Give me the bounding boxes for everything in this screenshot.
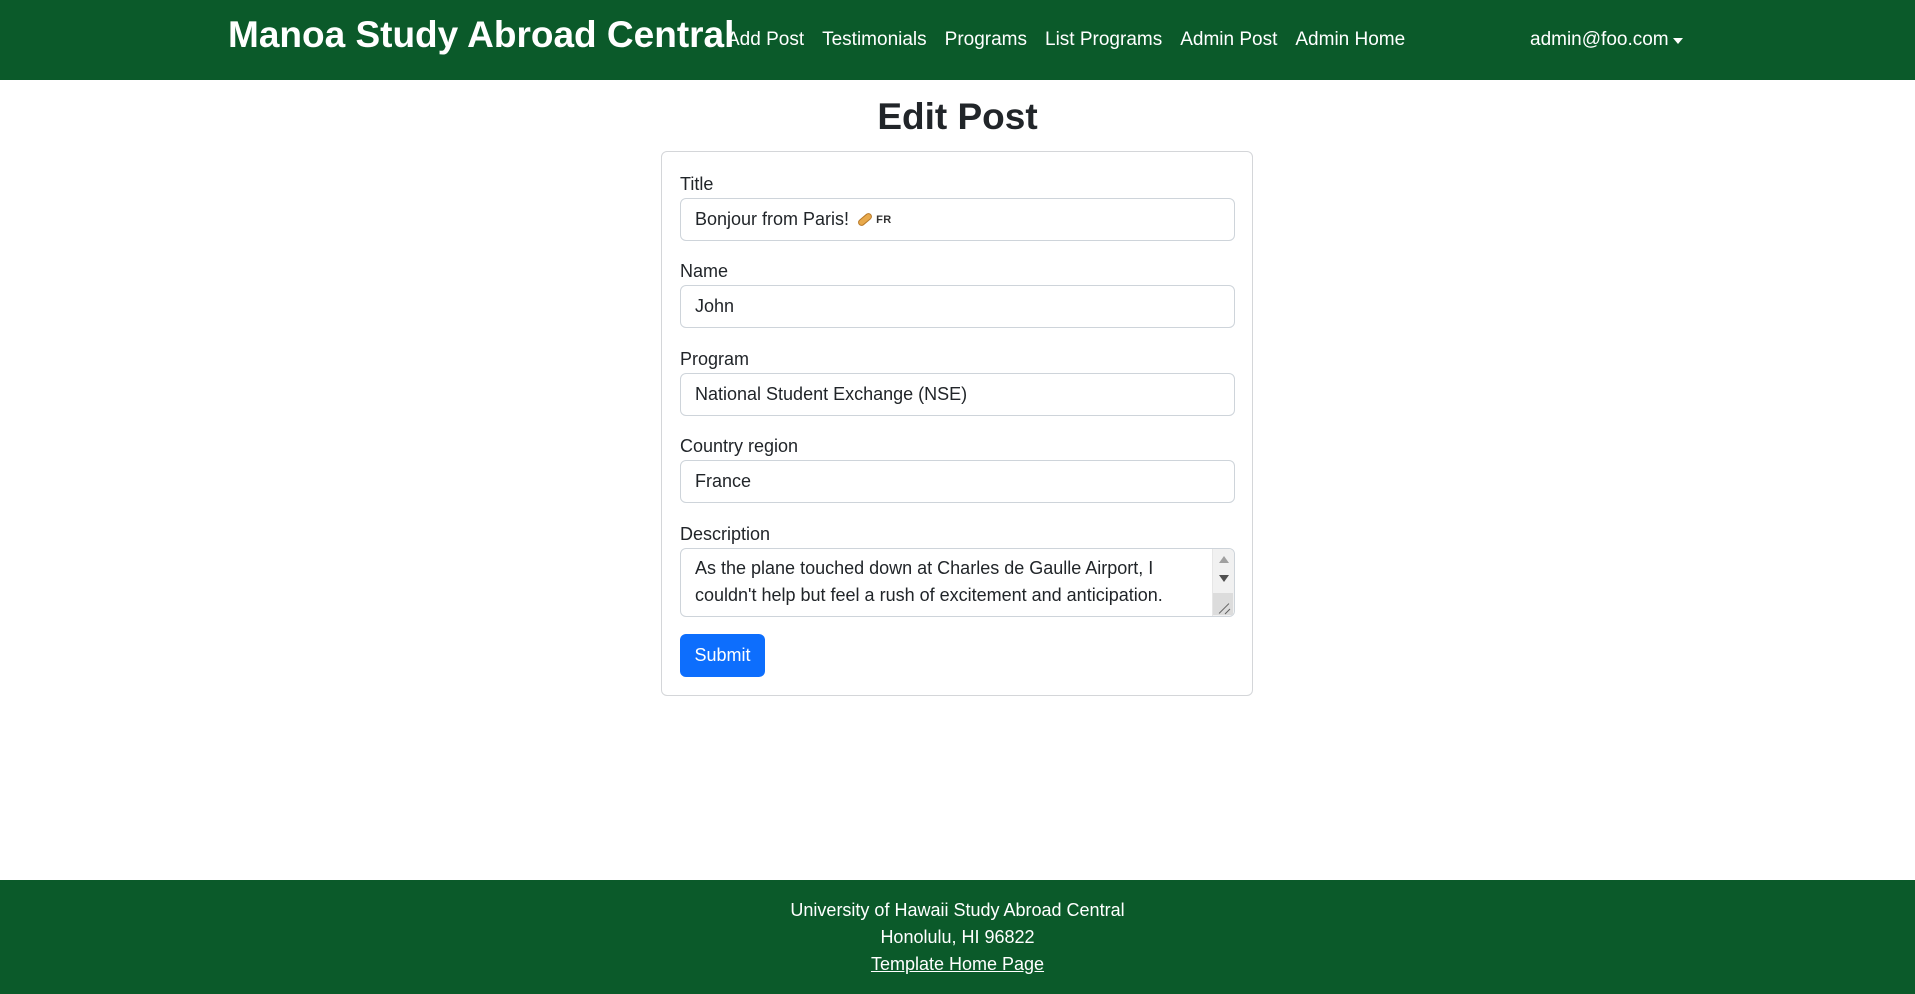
nav-testimonials[interactable]: Testimonials	[813, 29, 936, 51]
resize-handle-icon[interactable]	[1213, 593, 1233, 615]
description-label: Description	[680, 524, 771, 544]
country-value: France	[695, 471, 752, 491]
program-label: Program	[680, 349, 750, 369]
description-textarea[interactable]: As the plane touched down at Charles de …	[680, 548, 1235, 617]
baguette-flag-icon: FR	[856, 211, 892, 228]
name-value: John	[695, 296, 735, 316]
program-value: National Student Exchange (NSE)	[695, 384, 968, 404]
nav-admin-post[interactable]: Admin Post	[1171, 29, 1286, 51]
scroll-down-icon[interactable]	[1219, 575, 1229, 582]
program-input[interactable]: National Student Exchange (NSE)	[680, 373, 1235, 416]
name-input[interactable]: John	[680, 285, 1235, 328]
footer: University of Hawaii Study Abroad Centra…	[0, 880, 1915, 994]
page-title: Edit Post	[877, 96, 1038, 137]
brand-link[interactable]: Manoa Study Abroad Central	[228, 14, 734, 56]
submit-button[interactable]: Submit	[680, 634, 765, 677]
nav-list-programs[interactable]: List Programs	[1036, 29, 1171, 51]
nav-admin-home[interactable]: Admin Home	[1286, 29, 1414, 51]
country-input[interactable]: France	[680, 460, 1235, 503]
scroll-up-icon[interactable]	[1219, 556, 1229, 563]
description-value: As the plane touched down at Charles de …	[695, 558, 1163, 605]
nav-links: Add Post Testimonials Programs List Prog…	[718, 0, 1414, 80]
baguette-icon	[856, 211, 874, 228]
name-label: Name	[680, 261, 729, 281]
navbar: Manoa Study Abroad Central Add Post Test…	[0, 0, 1915, 80]
fr-flag-text: FR	[876, 213, 892, 226]
title-value: Bonjour from Paris!	[695, 209, 850, 229]
nav-add-post[interactable]: Add Post	[718, 29, 813, 51]
user-email: admin@foo.com	[1530, 29, 1669, 50]
footer-university: University of Hawaii Study Abroad Centra…	[790, 900, 1125, 920]
caret-down-icon	[1672, 38, 1683, 44]
user-dropdown[interactable]: admin@foo.com	[1530, 0, 1683, 80]
footer-address: Honolulu, HI 96822	[880, 927, 1035, 947]
title-input[interactable]: Bonjour from Paris! FR	[680, 198, 1235, 241]
nav-programs[interactable]: Programs	[936, 29, 1036, 51]
template-home-link[interactable]: Template Home Page	[871, 954, 1044, 974]
edit-post-form: Title Bonjour from Paris! FR Name John P…	[661, 151, 1253, 696]
country-label: Country region	[680, 436, 799, 456]
title-label: Title	[680, 174, 714, 194]
